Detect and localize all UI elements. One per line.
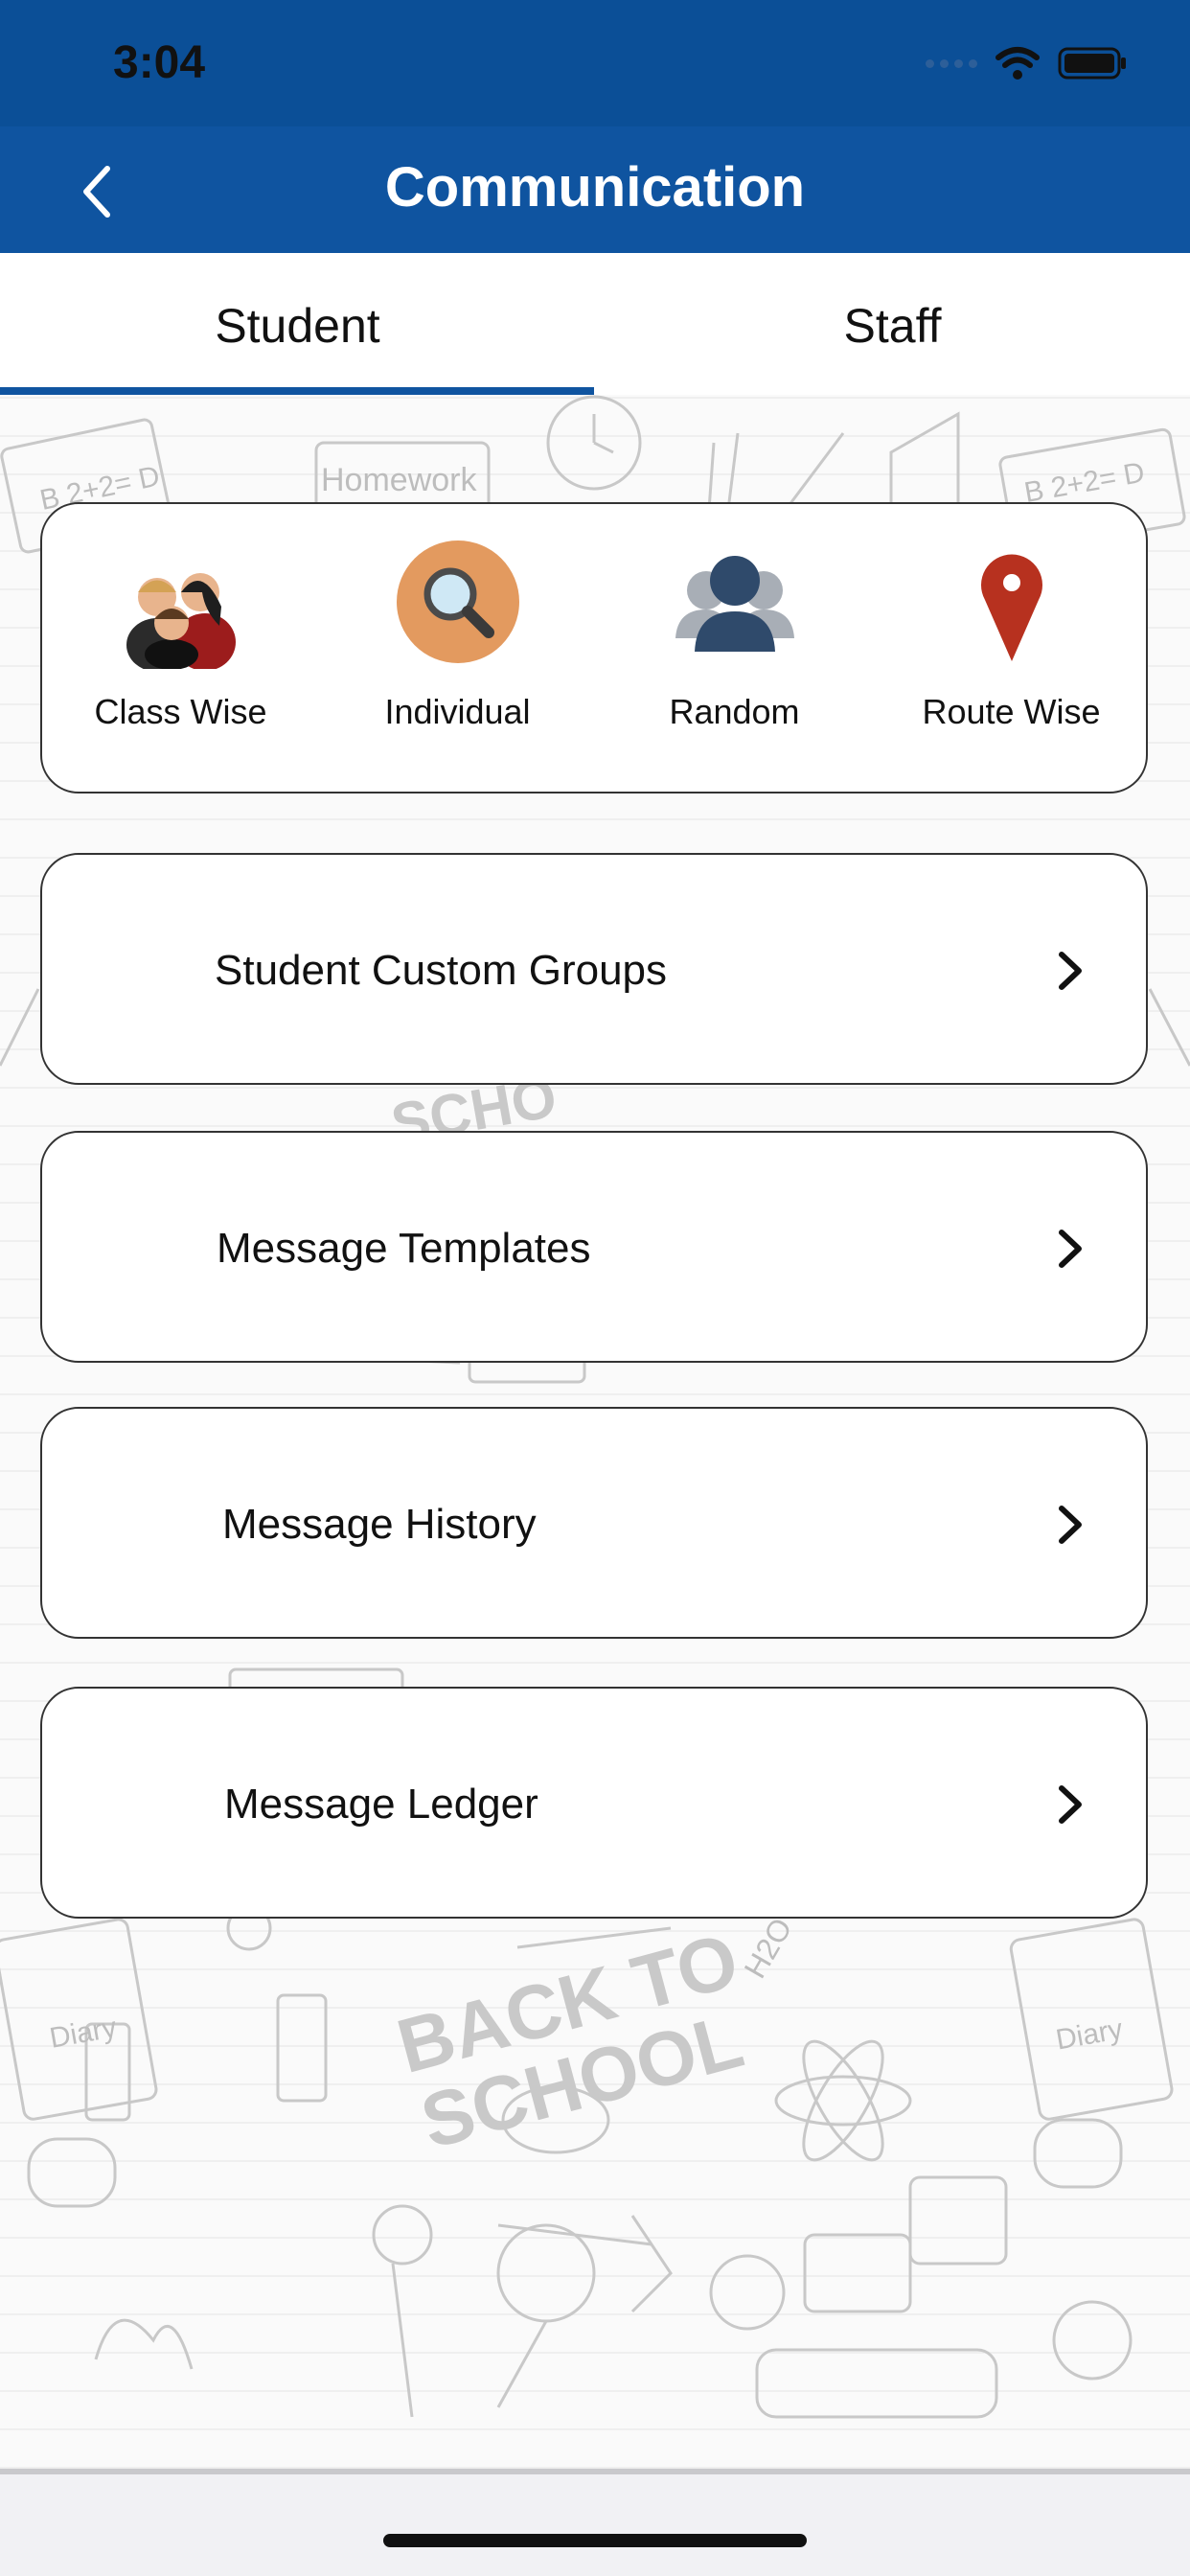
menu-item-message-ledger[interactable]: Message Ledger [40,1687,1148,1919]
menu-item-student-custom-groups[interactable]: Student Custom Groups [40,853,1148,1085]
chevron-right-icon [1059,952,1082,990]
menu-item-label: Message History [222,1501,537,1548]
menu-item-message-templates[interactable]: Message Templates [40,1131,1148,1363]
option-label: Individual [384,692,531,731]
chevron-right-icon [1059,1785,1082,1824]
wifi-icon [995,47,1040,80]
option-route-wise[interactable]: Route Wise [873,504,1150,795]
option-label: Class Wise [94,692,267,731]
home-indicator[interactable] [383,2534,807,2547]
page-title: Communication [384,156,806,218]
status-icons [926,44,1129,82]
status-time: 3:04 [113,37,206,88]
option-individual[interactable]: Individual [319,504,596,795]
signal-icon [926,58,977,68]
tab-student[interactable]: Student [0,253,595,395]
segment-tabs: Student Staff [0,253,1190,395]
map-pin-icon [980,554,1042,661]
home-indicator-area [0,2469,1190,2576]
recipient-type-card: Class Wise Individual Random Route Wise [40,502,1148,794]
tab-selected-indicator [0,387,594,395]
option-class-wise[interactable]: Class Wise [42,504,319,795]
option-random[interactable]: Random [596,504,873,795]
status-bar: 3:04 [0,0,1190,126]
chevron-right-icon [1059,1506,1082,1544]
navigation-bar: Communication [0,126,1190,253]
option-label: Random [669,692,800,731]
content-area: BACK TO SCHOOL SCHO Homework B 2+2= D B … [0,395,1190,2469]
people-icon [675,556,794,652]
menu-item-label: Message Ledger [224,1781,538,1828]
svg-text:B 2+2= D: B 2+2= D [1022,457,1148,510]
svg-text:H2O: H2O [738,1912,799,1984]
option-label: Route Wise [922,692,1101,731]
menu-item-label: Student Custom Groups [215,947,668,994]
menu-item-label: Message Templates [217,1225,591,1272]
menu-item-message-history[interactable]: Message History [40,1407,1148,1639]
svg-text:Diary: Diary [1054,2013,1126,2057]
chevron-right-icon [1059,1230,1082,1268]
battery-icon [1058,47,1126,80]
tab-staff[interactable]: Staff [595,253,1190,395]
svg-text:Diary: Diary [47,2012,119,2055]
class-group-icon [126,573,236,669]
svg-text:Homework: Homework [321,462,477,498]
magnifier-icon [396,540,519,663]
